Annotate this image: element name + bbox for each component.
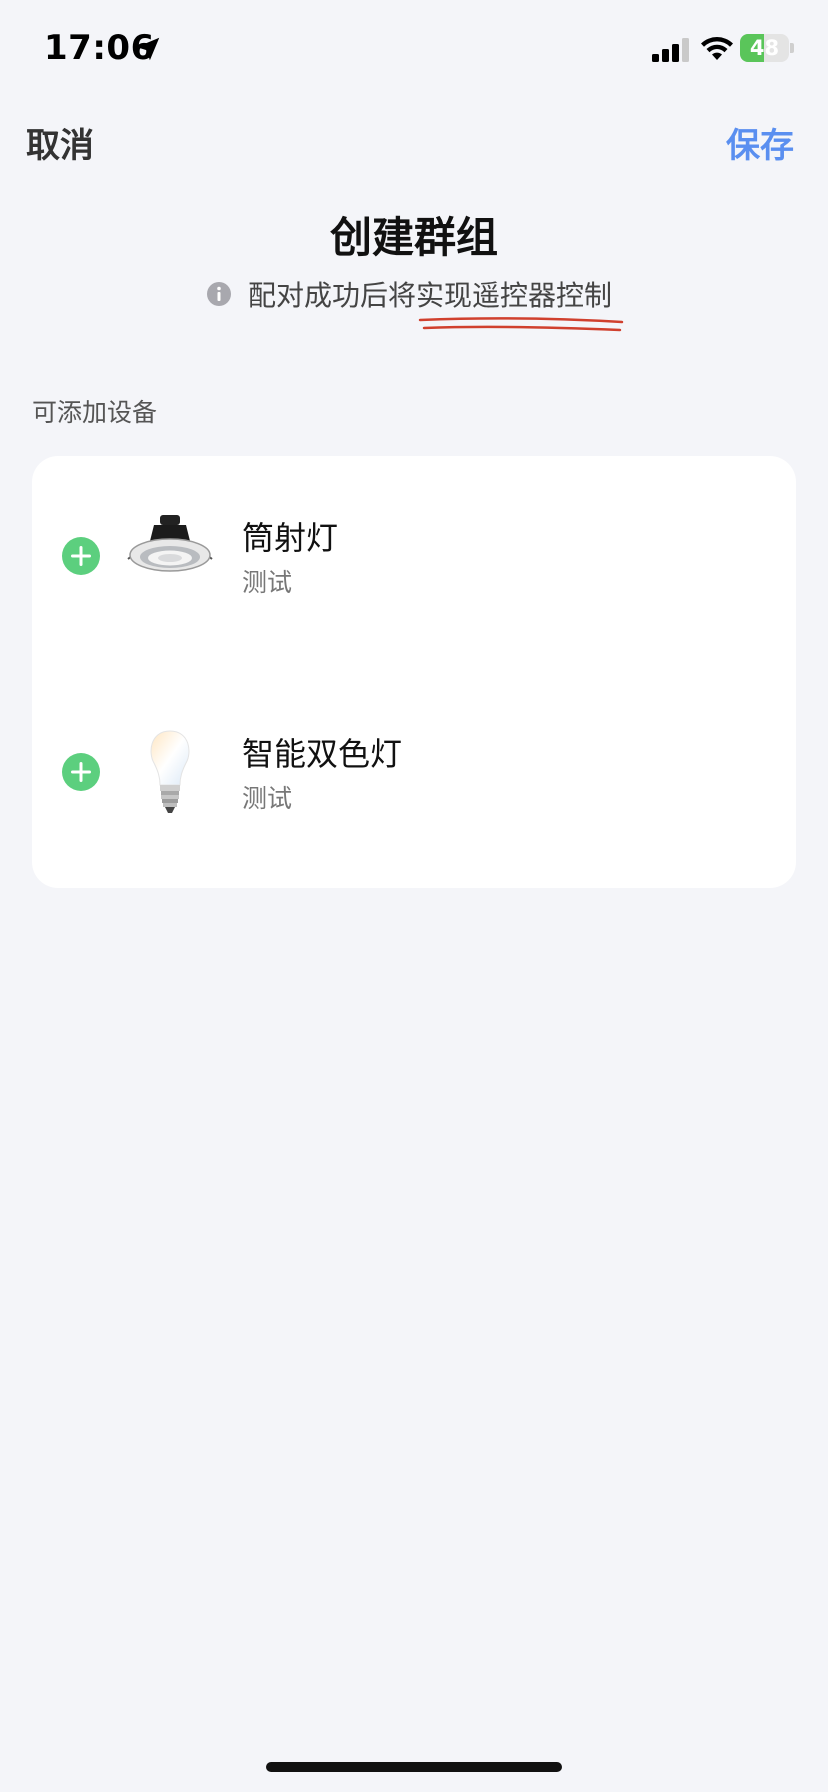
device-room: 测试 bbox=[242, 568, 293, 597]
red-underline-annotation bbox=[418, 317, 624, 332]
section-label-addable-devices: 可添加设备 bbox=[32, 398, 158, 427]
page-title: 创建群组 bbox=[329, 213, 498, 262]
device-name: 筒射灯 bbox=[242, 519, 339, 557]
save-button[interactable]: 保存 bbox=[726, 118, 794, 167]
cancel-button[interactable]: 取消 bbox=[26, 118, 94, 167]
location-arrow-icon bbox=[136, 37, 160, 61]
battery-charging-icon: 48 bbox=[740, 34, 794, 62]
cellular-signal-icon bbox=[652, 38, 689, 62]
home-indicator[interactable] bbox=[266, 1762, 562, 1772]
device-room: 测试 bbox=[242, 784, 293, 813]
add-circle-icon[interactable] bbox=[62, 537, 100, 575]
add-circle-icon[interactable] bbox=[62, 753, 100, 791]
hint-text: 配对成功后将实现遥控器控制 bbox=[248, 279, 613, 312]
battery-percent: 48 bbox=[749, 36, 780, 60]
device-name: 智能双色灯 bbox=[242, 735, 403, 773]
downlight-icon bbox=[127, 515, 213, 572]
device-list-card: 筒射灯 测试 智能双色灯 测试 bbox=[32, 456, 796, 888]
bulb-icon bbox=[150, 730, 190, 813]
pairing-hint: 配对成功后将实现遥控器控制 bbox=[206, 274, 612, 314]
wifi-icon bbox=[701, 37, 733, 60]
status-bar: 17:06 48 bbox=[0, 0, 828, 100]
info-icon bbox=[207, 282, 231, 306]
device-row-smart-bulb[interactable]: 智能双色灯 测试 bbox=[32, 707, 796, 837]
device-row-downlight[interactable]: 筒射灯 测试 bbox=[32, 491, 796, 621]
